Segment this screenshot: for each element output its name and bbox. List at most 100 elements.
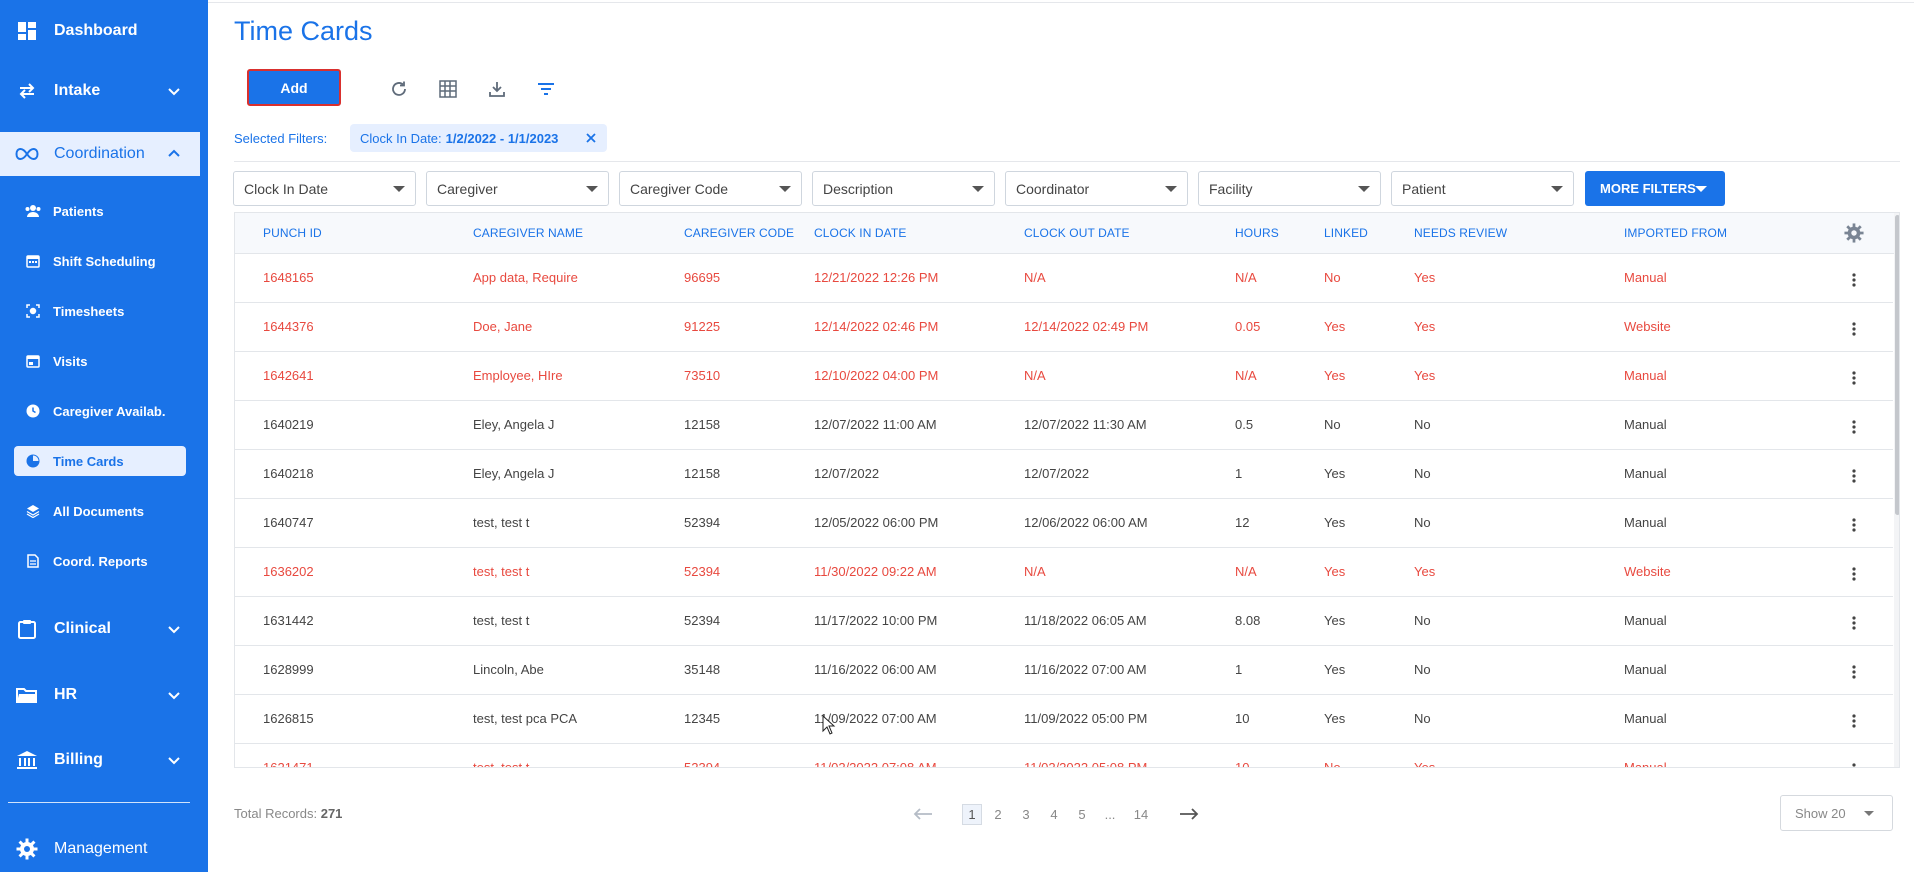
caregiver-name-cell: Lincoln, Abe	[473, 662, 544, 677]
scroll-thumb[interactable]	[1895, 215, 1899, 515]
table-row[interactable]: 1631442 test, test t 52394 11/17/2022 10:00…	[235, 597, 1893, 646]
clock-in-cell: 12/10/2022 04:00 PM	[814, 368, 939, 383]
download-icon[interactable]	[486, 78, 508, 100]
table-scrollbar[interactable]	[1894, 213, 1899, 767]
more-vertical-icon[interactable]	[1847, 663, 1861, 681]
punch-id-cell: 1628999	[263, 662, 314, 677]
col-linked[interactable]: LINKED	[1324, 226, 1368, 240]
filter-patient[interactable]: Patient	[1391, 171, 1574, 206]
col-clock-out-date[interactable]: CLOCK OUT DATE	[1024, 226, 1130, 240]
sidebar-item-coord-reports[interactable]: Coord. Reports	[14, 546, 186, 576]
page-size-select[interactable]: Show 20	[1780, 795, 1893, 831]
more-vertical-icon[interactable]	[1847, 712, 1861, 730]
clock-out-cell: 11/18/2022 06:05 AM	[1024, 613, 1147, 628]
page-number[interactable]: 5	[1072, 804, 1092, 825]
sidebar-item-timesheets[interactable]: Timesheets	[14, 296, 186, 326]
prev-page-arrow-icon[interactable]	[910, 803, 936, 825]
more-vertical-icon[interactable]	[1847, 467, 1861, 485]
filter-clock-in-date[interactable]: Clock In Date	[233, 171, 416, 206]
caregiver-code-cell: 12345	[684, 711, 721, 726]
calendar-icon	[24, 252, 42, 270]
nav-intake[interactable]: Intake	[0, 60, 200, 122]
nav-clinical[interactable]: Clinical	[0, 598, 200, 660]
hours-cell: 12	[1235, 515, 1250, 530]
nav-management[interactable]: Management	[0, 818, 200, 872]
table-row[interactable]: 1640219 Eley, Angela J 12158 12/07/2022 11:…	[235, 401, 1893, 450]
page-number[interactable]: 3	[1016, 804, 1036, 825]
sidebar-item-label: Patients	[53, 203, 104, 219]
next-page-arrow-icon[interactable]	[1176, 803, 1202, 825]
table-row[interactable]: 1636202 test, test t 52394 11/30/2022 09:22…	[235, 548, 1893, 597]
col-imported-from[interactable]: IMPORTED FROM	[1624, 226, 1727, 240]
filter-coordinator[interactable]: Coordinator	[1005, 171, 1188, 206]
nav-dashboard[interactable]: Dashboard	[0, 0, 200, 62]
filter-caregiver[interactable]: Caregiver	[426, 171, 609, 206]
filter-label: Description	[823, 180, 894, 197]
more-vertical-icon[interactable]	[1847, 614, 1861, 632]
table-row[interactable]: 1644376 Doe, Jane 91225 12/14/2022 02:46 PM…	[235, 303, 1893, 352]
more-filters-button[interactable]: MORE FILTERS	[1585, 171, 1725, 206]
more-vertical-icon[interactable]	[1847, 369, 1861, 387]
punch-id-cell: 1644376	[263, 319, 314, 334]
more-vertical-icon[interactable]	[1847, 516, 1861, 534]
linked-cell: No	[1324, 760, 1341, 768]
filter-facility[interactable]: Facility	[1198, 171, 1381, 206]
filter-caregiver-code[interactable]: Caregiver Code	[619, 171, 802, 206]
imported-from-cell: Manual	[1624, 662, 1667, 677]
more-vertical-icon[interactable]	[1847, 418, 1861, 436]
page-number[interactable]: 14	[1131, 804, 1151, 825]
sidebar: Dashboard Intake Coordination Patients S…	[0, 0, 208, 872]
close-icon[interactable]	[583, 130, 599, 146]
caregiver-name-cell: Eley, Angela J	[473, 417, 555, 432]
imported-from-cell: Manual	[1624, 417, 1667, 432]
table-grid-icon[interactable]	[437, 78, 459, 100]
table-row[interactable]: 1628999 Lincoln, Abe 35148 11/16/2022 06:00…	[235, 646, 1893, 695]
table-row[interactable]: 1621471 test, test t 52394 11/02/2022 07:08…	[235, 744, 1893, 768]
refresh-icon[interactable]	[388, 78, 410, 100]
caret-down-icon	[972, 186, 984, 192]
filter-icon[interactable]	[535, 78, 557, 100]
more-vertical-icon[interactable]	[1847, 761, 1861, 767]
table-row[interactable]: 1626815 test, test pca PCA 12345 11/09/2022…	[235, 695, 1893, 744]
table-row[interactable]: 1648165 App data, Require 96695 12/21/2022 …	[235, 254, 1893, 303]
clock-out-cell: N/A	[1024, 368, 1046, 383]
col-needs-review[interactable]: NEEDS REVIEW	[1414, 226, 1507, 240]
linked-cell: Yes	[1324, 613, 1346, 628]
more-vertical-icon[interactable]	[1847, 565, 1861, 583]
sidebar-item-visits[interactable]: Visits	[14, 346, 186, 376]
page-number[interactable]: 2	[988, 804, 1008, 825]
nav-hr[interactable]: HR	[0, 664, 200, 726]
page-number[interactable]: 4	[1044, 804, 1064, 825]
col-caregiver-name[interactable]: CAREGIVER NAME	[473, 226, 583, 240]
needs-review-cell: No	[1414, 515, 1431, 530]
imported-from-cell: Website	[1624, 319, 1671, 334]
nav-label: Clinical	[54, 620, 111, 637]
gear-icon[interactable]	[1844, 223, 1864, 243]
table-row[interactable]: 1640218 Eley, Angela J 12158 12/07/2022 12/0…	[235, 450, 1893, 499]
sidebar-item-shift-scheduling[interactable]: Shift Scheduling	[14, 246, 186, 276]
sidebar-item-time-cards[interactable]: Time Cards	[14, 446, 186, 476]
nav-coordination[interactable]: Coordination	[0, 132, 200, 176]
col-punch-id[interactable]: PUNCH ID	[263, 226, 322, 240]
total-label: Total Records:	[234, 806, 318, 821]
linked-cell: No	[1324, 270, 1341, 285]
col-clock-in-date[interactable]: CLOCK IN DATE	[814, 226, 906, 240]
more-vertical-icon[interactable]	[1847, 320, 1861, 338]
chevron-down-icon	[166, 687, 182, 703]
col-hours[interactable]: HOURS	[1235, 226, 1279, 240]
more-vertical-icon[interactable]	[1847, 271, 1861, 289]
page-number[interactable]: 1	[962, 804, 982, 825]
caregiver-name-cell: test, test t	[473, 613, 530, 628]
needs-review-cell: Yes	[1414, 564, 1436, 579]
table-row[interactable]: 1640747 test, test t 52394 12/05/2022 06:00…	[235, 499, 1893, 548]
nav-billing[interactable]: Billing	[0, 729, 200, 791]
col-caregiver-code[interactable]: CAREGIVER CODE	[684, 226, 794, 240]
table-row[interactable]: 1642641 Employee, HIre 73510 12/10/2022 04:…	[235, 352, 1893, 401]
sidebar-item-all-documents[interactable]: All Documents	[14, 496, 186, 526]
filter-description[interactable]: Description	[812, 171, 995, 206]
add-button[interactable]: Add	[247, 69, 341, 106]
nav-label: Intake	[54, 82, 101, 99]
sidebar-item-caregiver-availability[interactable]: Caregiver Availab.	[14, 396, 186, 426]
nav-label: Management	[54, 840, 148, 857]
sidebar-item-patients[interactable]: Patients	[14, 196, 186, 226]
